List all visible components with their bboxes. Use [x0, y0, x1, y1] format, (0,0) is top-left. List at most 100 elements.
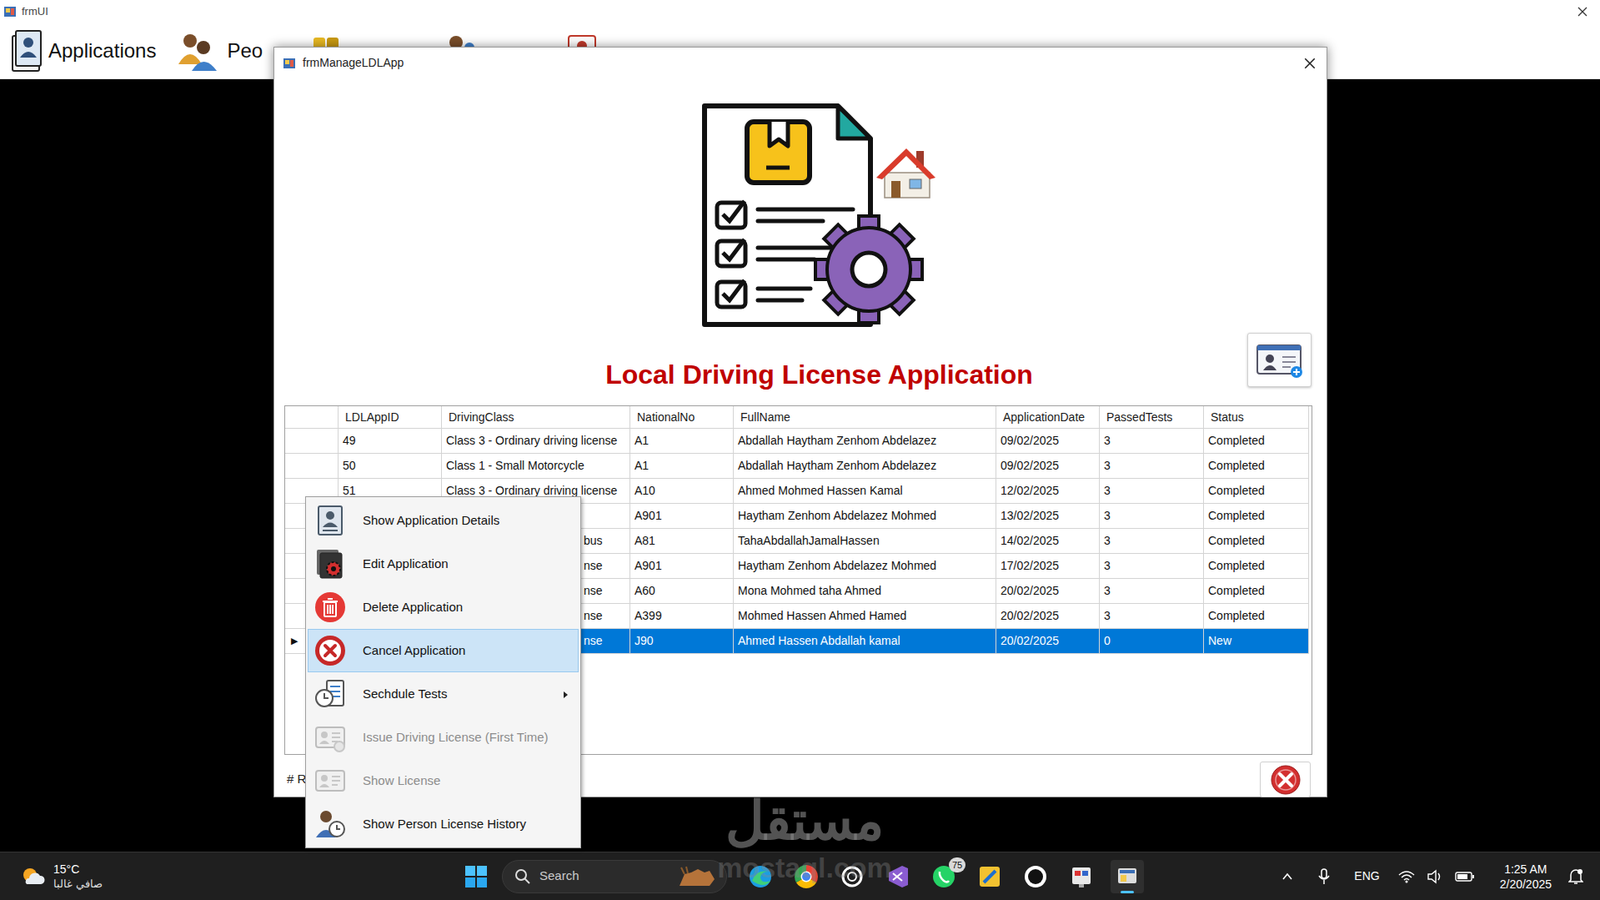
column-header[interactable]: LDLAppID — [338, 406, 442, 429]
windows-start-icon[interactable] — [464, 864, 488, 888]
close-button[interactable] — [1259, 761, 1311, 798]
taskbar-app[interactable] — [743, 859, 778, 893]
table-cell[interactable]: 09/02/2025 — [996, 453, 1100, 479]
column-header[interactable]: FullName — [733, 406, 997, 429]
taskbar-app[interactable]: 75 — [927, 859, 961, 893]
running-indicator — [1120, 890, 1134, 893]
taskbar-app[interactable] — [1018, 859, 1053, 893]
taskbar-center: Search 75 — [464, 859, 1281, 893]
close-icon[interactable] — [1303, 56, 1317, 71]
table-cell[interactable]: A399 — [630, 603, 734, 629]
row-header[interactable] — [285, 453, 339, 479]
table-cell[interactable]: 3 — [1099, 478, 1204, 504]
add-application-button[interactable] — [1247, 332, 1312, 387]
table-cell[interactable]: Ahmed Mohmed Hassen Kamal — [733, 478, 997, 504]
row-header[interactable] — [285, 428, 339, 454]
taskbar-app[interactable] — [789, 859, 823, 893]
table-cell[interactable]: 3 — [1099, 503, 1204, 529]
table-cell[interactable]: 17/02/2025 — [996, 553, 1100, 579]
table-cell[interactable]: J90 — [630, 628, 734, 654]
menu-item[interactable]: Peo — [175, 30, 263, 71]
column-header[interactable]: ApplicationDate — [996, 406, 1100, 429]
chrome-icon — [793, 863, 819, 889]
table-cell[interactable]: TahaAbdallahJamalHassen — [733, 528, 997, 554]
table-cell[interactable]: 3 — [1099, 578, 1204, 604]
context-menu-item[interactable]: Delete Application — [307, 585, 579, 629]
search-box[interactable]: Search — [501, 859, 728, 893]
context-menu-item[interactable]: Show License — [307, 758, 579, 803]
table-cell[interactable]: 20/02/2025 — [996, 628, 1100, 654]
table-cell[interactable]: Completed — [1203, 553, 1310, 579]
microphone-icon[interactable] — [1317, 867, 1331, 885]
table-cell[interactable]: New — [1203, 628, 1310, 654]
current-row-marker: ▶ — [290, 636, 298, 646]
context-menu-item[interactable]: Show Person License History — [307, 802, 579, 846]
table-cell[interactable]: Mona Mohmed taha Ahmed — [733, 578, 997, 604]
column-header[interactable]: DrivingClass — [441, 406, 631, 429]
table-cell[interactable]: Ahmed Hassen Abdallah kamal — [733, 628, 997, 654]
table-cell[interactable]: 09/02/2025 — [996, 428, 1100, 454]
table-cell[interactable]: Completed — [1203, 503, 1310, 529]
speaker-icon[interactable] — [1426, 868, 1444, 884]
table-cell[interactable]: Mohmed Hassen Ahmed Hamed — [733, 603, 997, 629]
taskbar-apps: 75 — [743, 859, 1144, 893]
battery-icon[interactable] — [1454, 870, 1475, 883]
column-header[interactable]: Status — [1203, 406, 1310, 429]
table-cell[interactable]: A60 — [630, 578, 734, 604]
table-cell[interactable]: Class 1 - Small Motorcycle — [441, 453, 631, 479]
context-menu-item[interactable]: Issue Driving License (First Time) — [307, 715, 579, 759]
taskbar-app[interactable] — [1110, 859, 1144, 893]
taskbar-app[interactable] — [835, 859, 869, 893]
table-cell[interactable]: 50 — [338, 453, 442, 479]
context-menu-item[interactable]: Sechdule Tests — [307, 672, 579, 716]
column-header[interactable]: PassedTests — [1099, 406, 1204, 429]
table-cell[interactable]: Haytham Zenhom Abdelazez Mohmed — [733, 503, 997, 529]
table-cell[interactable]: A901 — [630, 503, 734, 529]
table-cell[interactable]: Haytham Zenhom Abdelazez Mohmed — [733, 553, 997, 579]
table-cell[interactable]: 3 — [1099, 553, 1204, 579]
table-cell[interactable]: Completed — [1203, 428, 1310, 454]
table-cell[interactable]: 12/02/2025 — [996, 478, 1100, 504]
clock[interactable]: 1:25 AM2/20/2025 — [1499, 861, 1552, 892]
table-cell[interactable]: 20/02/2025 — [996, 578, 1100, 604]
table-cell[interactable]: A901 — [630, 553, 734, 579]
table-cell[interactable]: A81 — [630, 528, 734, 554]
menu-item[interactable]: Applications — [10, 29, 156, 73]
table-cell[interactable]: A1 — [630, 453, 734, 479]
taskbar-app[interactable] — [881, 859, 915, 893]
table-cell[interactable]: 3 — [1099, 603, 1204, 629]
taskbar-app[interactable] — [1064, 859, 1099, 893]
taskbar-app[interactable] — [973, 859, 1007, 893]
table-cell[interactable]: 3 — [1099, 428, 1204, 454]
table-row[interactable]: 50Class 1 - Small MotorcycleA1Abdallah H… — [285, 453, 1312, 479]
close-icon[interactable] — [1576, 5, 1589, 18]
notification-bell-icon[interactable] — [1568, 867, 1584, 885]
table-cell[interactable]: 3 — [1099, 528, 1204, 554]
context-menu-item[interactable]: Edit Application — [307, 541, 579, 586]
table-cell[interactable]: Completed — [1203, 478, 1310, 504]
table-cell[interactable]: Completed — [1203, 603, 1310, 629]
table-cell[interactable]: Abdallah Haytham Zenhom Abdelazez — [733, 453, 997, 479]
table-cell[interactable]: Completed — [1203, 528, 1310, 554]
table-cell[interactable]: A1 — [630, 428, 734, 454]
chevron-up-icon[interactable] — [1280, 869, 1295, 883]
language-indicator[interactable]: ENG — [1354, 867, 1380, 885]
context-menu-item[interactable]: Show Application Details — [307, 498, 579, 542]
table-cell[interactable]: Completed — [1203, 453, 1310, 479]
weather-widget[interactable]: 15°Cصافي غالبا — [0, 862, 465, 891]
menu-item-label: Cancel Application — [362, 641, 466, 661]
table-cell[interactable]: 3 — [1099, 453, 1204, 479]
table-cell[interactable]: Abdallah Haytham Zenhom Abdelazez — [733, 428, 997, 454]
context-menu-item[interactable]: Cancel Application — [307, 628, 579, 673]
table-cell[interactable]: 49 — [338, 428, 442, 454]
table-cell[interactable]: 13/02/2025 — [996, 503, 1100, 529]
table-row[interactable]: 49Class 3 - Ordinary driving licenseA1Ab… — [285, 428, 1312, 454]
table-cell[interactable]: 0 — [1099, 628, 1204, 654]
table-cell[interactable]: A10 — [630, 478, 734, 504]
column-header[interactable]: NationalNo — [630, 406, 734, 429]
table-cell[interactable]: 20/02/2025 — [996, 603, 1100, 629]
wifi-icon[interactable] — [1398, 869, 1415, 883]
table-cell[interactable]: 14/02/2025 — [996, 528, 1100, 554]
table-cell[interactable]: Class 3 - Ordinary driving license — [441, 428, 631, 454]
table-cell[interactable]: Completed — [1203, 578, 1310, 604]
